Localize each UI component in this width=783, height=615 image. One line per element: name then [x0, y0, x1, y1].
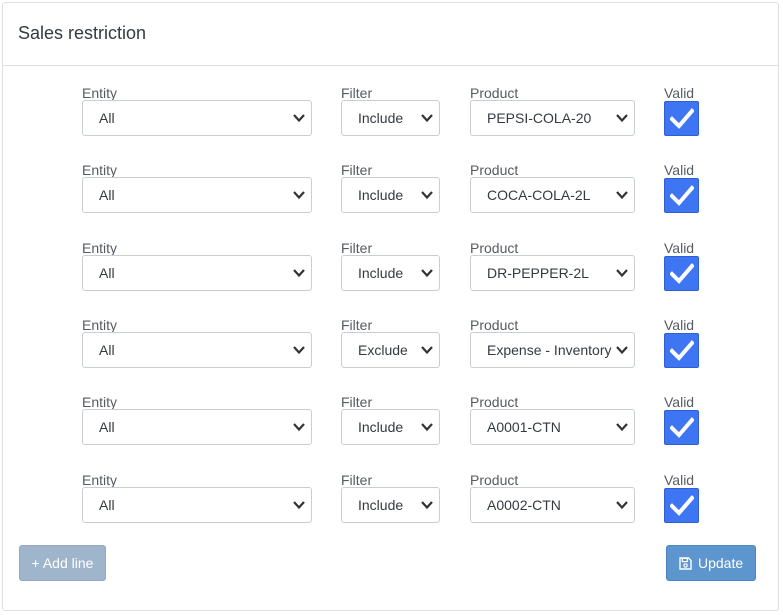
entity-select[interactable]: All — [82, 332, 312, 368]
chevron-down-icon — [291, 500, 305, 510]
valid-label: Valid — [664, 162, 695, 178]
valid-checkbox[interactable] — [664, 256, 699, 291]
product-label: Product — [470, 317, 519, 333]
filter-select[interactable]: Include — [341, 487, 440, 523]
add-line-button[interactable]: + Add line — [19, 545, 106, 581]
entity-select[interactable]: All — [82, 177, 312, 213]
check-icon — [670, 340, 694, 361]
entity-select-value: All — [99, 265, 115, 281]
chevron-down-icon — [291, 268, 305, 278]
product-label: Product — [470, 240, 519, 256]
panel-title: Sales restriction — [18, 23, 147, 43]
chevron-down-icon — [419, 422, 433, 432]
entity-label: Entity — [82, 317, 118, 333]
valid-checkbox[interactable] — [664, 178, 699, 213]
entity-select[interactable]: All — [82, 255, 312, 291]
check-icon — [670, 185, 694, 206]
chevron-down-icon — [291, 422, 305, 432]
product-select-value: PEPSI-COLA-20 — [487, 110, 592, 126]
restriction-row: Entity All Filter Include Product A0002-… — [3, 472, 778, 542]
entity-label: Entity — [82, 394, 118, 410]
valid-label: Valid — [664, 240, 695, 256]
chevron-down-icon — [614, 190, 628, 200]
entity-select[interactable]: All — [82, 100, 312, 136]
product-select[interactable]: DR-PEPPER-2L — [470, 255, 635, 291]
product-select-value: A0001-CTN — [487, 419, 561, 435]
entity-select-value: All — [99, 110, 115, 126]
filter-label: Filter — [341, 162, 373, 178]
entity-select-value: All — [99, 187, 115, 203]
entity-select-value: All — [99, 342, 115, 358]
valid-label: Valid — [664, 394, 695, 410]
chevron-down-icon — [614, 422, 628, 432]
chevron-down-icon — [614, 500, 628, 510]
valid-checkbox[interactable] — [664, 410, 699, 445]
update-button-label: Update — [698, 555, 744, 571]
valid-checkbox[interactable] — [664, 101, 699, 136]
chevron-down-icon — [614, 268, 628, 278]
check-icon — [670, 495, 694, 516]
restriction-row: Entity All Filter Include Product A0001-… — [3, 394, 778, 464]
filter-label: Filter — [341, 394, 373, 410]
chevron-down-icon — [291, 113, 305, 123]
filter-select[interactable]: Include — [341, 100, 440, 136]
entity-label: Entity — [82, 472, 118, 488]
product-select[interactable]: A0001-CTN — [470, 409, 635, 445]
valid-checkbox[interactable] — [664, 333, 699, 368]
chevron-down-icon — [419, 500, 433, 510]
product-select[interactable]: A0002-CTN — [470, 487, 635, 523]
check-icon — [670, 263, 694, 284]
valid-checkbox[interactable] — [664, 488, 699, 523]
chevron-down-icon — [419, 345, 433, 355]
valid-label: Valid — [664, 317, 695, 333]
floppy-disk-icon — [679, 557, 692, 570]
filter-select[interactable]: Include — [341, 177, 440, 213]
entity-label: Entity — [82, 162, 118, 178]
update-button[interactable]: Update — [666, 545, 756, 581]
check-icon — [670, 108, 694, 129]
product-select[interactable]: PEPSI-COLA-20 — [470, 100, 635, 136]
restriction-row: Entity All Filter Include Product COCA-C… — [3, 162, 778, 232]
filter-select[interactable]: Include — [341, 409, 440, 445]
product-label: Product — [470, 85, 519, 101]
restriction-row: Entity All Filter Exclude Product Expens… — [3, 317, 778, 387]
product-select-value: A0002-CTN — [487, 497, 561, 513]
filter-select[interactable]: Exclude — [341, 332, 440, 368]
product-label: Product — [470, 394, 519, 410]
check-icon — [670, 417, 694, 438]
restriction-row: Entity All Filter Include Product DR-PEP… — [3, 240, 778, 310]
chevron-down-icon — [614, 113, 628, 123]
product-label: Product — [470, 162, 519, 178]
chevron-down-icon — [291, 345, 305, 355]
chevron-down-icon — [419, 190, 433, 200]
entity-select[interactable]: All — [82, 409, 312, 445]
entity-select-value: All — [99, 497, 115, 513]
filter-label: Filter — [341, 85, 373, 101]
restriction-row: Entity All Filter Include Product PEPSI-… — [3, 85, 778, 155]
sales-restriction-panel: Sales restriction Entity All Filter Incl… — [2, 2, 779, 611]
entity-select[interactable]: All — [82, 487, 312, 523]
entity-select-value: All — [99, 419, 115, 435]
product-label: Product — [470, 472, 519, 488]
filter-select[interactable]: Include — [341, 255, 440, 291]
entity-label: Entity — [82, 240, 118, 256]
product-select[interactable]: COCA-COLA-2L — [470, 177, 635, 213]
filter-label: Filter — [341, 472, 373, 488]
valid-label: Valid — [664, 472, 695, 488]
chevron-down-icon — [291, 190, 305, 200]
product-select-value: COCA-COLA-2L — [487, 187, 591, 203]
filter-label: Filter — [341, 240, 373, 256]
product-select-value: DR-PEPPER-2L — [487, 265, 589, 281]
filter-label: Filter — [341, 317, 373, 333]
product-select-value: Expense - Inventory — [487, 342, 612, 358]
chevron-down-icon — [419, 113, 433, 123]
entity-label: Entity — [82, 85, 118, 101]
valid-label: Valid — [664, 85, 695, 101]
chevron-down-icon — [419, 268, 433, 278]
chevron-down-icon — [614, 345, 628, 355]
panel-header: Sales restriction — [3, 3, 778, 66]
product-select[interactable]: Expense - Inventory — [470, 332, 635, 368]
